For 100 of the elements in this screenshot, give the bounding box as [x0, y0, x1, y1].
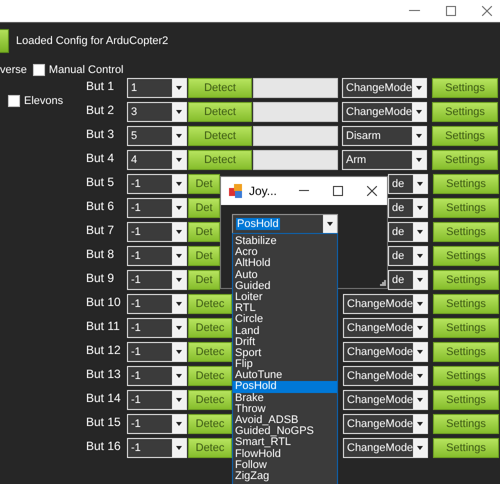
detect-button[interactable]: Detec — [188, 438, 232, 458]
settings-button[interactable]: Settings — [433, 318, 499, 338]
mode-option[interactable]: AltHold — [233, 258, 337, 270]
input-field[interactable] — [253, 78, 338, 98]
detect-button[interactable]: Detec — [188, 294, 232, 314]
channel-dropdown[interactable]: -1 — [127, 366, 187, 386]
detect-button[interactable]: Detect — [188, 78, 252, 98]
settings-button[interactable]: Settings — [433, 390, 499, 410]
action-dropdown[interactable]: de — [388, 198, 428, 218]
detect-button[interactable]: Det — [188, 246, 220, 266]
channel-dropdown[interactable]: -1 — [127, 414, 187, 434]
manual-control-checkbox[interactable] — [32, 64, 45, 76]
settings-button[interactable]: Settings — [433, 174, 499, 194]
settings-button[interactable]: Settings — [433, 198, 499, 218]
action-dropdown[interactable]: de — [388, 246, 428, 266]
action-dropdown[interactable]: ChangeMode — [343, 390, 428, 410]
channel-dropdown[interactable]: 5 — [127, 126, 187, 146]
settings-button[interactable]: Settings — [433, 366, 499, 386]
detect-button[interactable]: Detec — [188, 366, 232, 386]
input-field[interactable] — [253, 150, 338, 170]
settings-button[interactable]: Settings — [432, 78, 498, 98]
mode-option[interactable]: Drift — [233, 336, 337, 348]
mode-option[interactable]: Sport — [233, 348, 337, 360]
channel-dropdown[interactable]: -1 — [127, 246, 187, 266]
mode-option[interactable]: AutoTune — [233, 370, 337, 382]
action-dropdown[interactable]: de — [388, 270, 428, 290]
detect-button[interactable]: Det — [188, 198, 220, 218]
close-icon[interactable] — [482, 6, 492, 16]
detect-button[interactable]: Det — [188, 174, 220, 194]
settings-button[interactable]: Settings — [432, 126, 498, 146]
channel-dropdown[interactable]: 1 — [127, 78, 187, 98]
input-field[interactable] — [253, 126, 338, 146]
settings-button[interactable]: Settings — [433, 294, 499, 314]
action-dropdown[interactable]: Arm — [342, 150, 427, 170]
mode-option[interactable]: Brake — [233, 392, 337, 404]
config-button[interactable] — [0, 29, 9, 53]
resize-grip-icon[interactable] — [380, 280, 386, 286]
mode-option[interactable]: Acro — [233, 247, 337, 258]
action-dropdown[interactable]: ChangeMode — [343, 414, 428, 434]
mode-dropdown[interactable]: PosHold — [232, 214, 338, 234]
action-dropdown[interactable]: ChangeMode — [343, 342, 428, 362]
mode-option[interactable]: Circle — [233, 314, 337, 326]
mode-option[interactable]: Smart_RTL — [233, 437, 337, 449]
mode-option[interactable]: Stabilize — [233, 236, 337, 248]
detect-button[interactable]: Detect — [188, 126, 252, 146]
mode-option[interactable]: Throw — [233, 404, 337, 415]
mode-option[interactable]: Guided_NoGPS — [233, 426, 337, 438]
mode-option[interactable]: Guided — [233, 280, 337, 292]
minimize-icon[interactable] — [299, 190, 309, 192]
input-field[interactable] — [253, 102, 338, 122]
detect-button[interactable]: Detec — [188, 390, 232, 410]
channel-dropdown[interactable]: -1 — [127, 294, 187, 314]
detect-button[interactable]: Detect — [188, 150, 252, 170]
channel-dropdown[interactable]: -1 — [127, 198, 187, 218]
channel-dropdown[interactable]: -1 — [127, 318, 187, 338]
mode-option[interactable]: FlowHold — [233, 448, 337, 460]
mode-option[interactable]: RTL — [233, 303, 337, 314]
settings-button[interactable]: Settings — [433, 270, 499, 290]
channel-dropdown[interactable]: -1 — [127, 438, 187, 458]
maximize-icon[interactable] — [333, 186, 343, 196]
channel-dropdown[interactable]: 4 — [127, 150, 187, 170]
maximize-icon[interactable] — [446, 6, 456, 16]
close-icon[interactable] — [367, 186, 377, 196]
detect-button[interactable]: Detec — [188, 318, 232, 338]
action-dropdown[interactable]: de — [388, 174, 428, 194]
settings-button[interactable]: Settings — [432, 150, 498, 170]
channel-dropdown[interactable]: -1 — [127, 342, 187, 362]
action-dropdown[interactable]: ChangeMode — [343, 294, 428, 314]
action-dropdown[interactable]: ChangeMode — [342, 102, 427, 122]
settings-button[interactable]: Settings — [433, 246, 499, 266]
detect-button[interactable]: Det — [188, 270, 220, 290]
action-dropdown[interactable]: Disarm — [342, 126, 427, 146]
mode-option[interactable]: Land — [233, 326, 337, 337]
mode-option[interactable]: ZigZag — [233, 470, 337, 482]
action-dropdown[interactable]: de — [388, 222, 428, 242]
mode-option[interactable]: Flip — [233, 359, 337, 370]
channel-dropdown[interactable]: -1 — [127, 270, 187, 290]
settings-button[interactable]: Settings — [433, 342, 499, 362]
mode-option[interactable]: Loiter — [233, 292, 337, 304]
channel-dropdown[interactable]: -1 — [127, 222, 187, 242]
action-dropdown[interactable]: ChangeMode — [343, 366, 428, 386]
settings-button[interactable]: Settings — [433, 438, 499, 458]
mode-option[interactable]: PosHold — [233, 381, 337, 393]
action-dropdown[interactable]: ChangeMode — [342, 78, 427, 98]
settings-button[interactable]: Settings — [432, 102, 498, 122]
action-dropdown[interactable]: ChangeMode — [343, 318, 428, 338]
detect-button[interactable]: Detec — [188, 342, 232, 362]
channel-dropdown[interactable]: 3 — [127, 102, 187, 122]
channel-dropdown[interactable]: -1 — [127, 390, 187, 410]
mode-option[interactable]: Follow — [233, 460, 337, 471]
detect-button[interactable]: Detect — [188, 102, 252, 122]
detect-button[interactable]: Det — [188, 222, 220, 242]
elevons-checkbox[interactable] — [8, 94, 20, 106]
settings-button[interactable]: Settings — [433, 222, 499, 242]
mode-option[interactable]: Avoid_ADSB — [233, 415, 337, 426]
minimize-icon[interactable] — [409, 10, 420, 12]
channel-dropdown[interactable]: -1 — [127, 174, 187, 194]
settings-button[interactable]: Settings — [433, 414, 499, 434]
action-dropdown[interactable]: ChangeMode — [343, 438, 428, 458]
mode-option[interactable]: Auto — [233, 270, 337, 281]
